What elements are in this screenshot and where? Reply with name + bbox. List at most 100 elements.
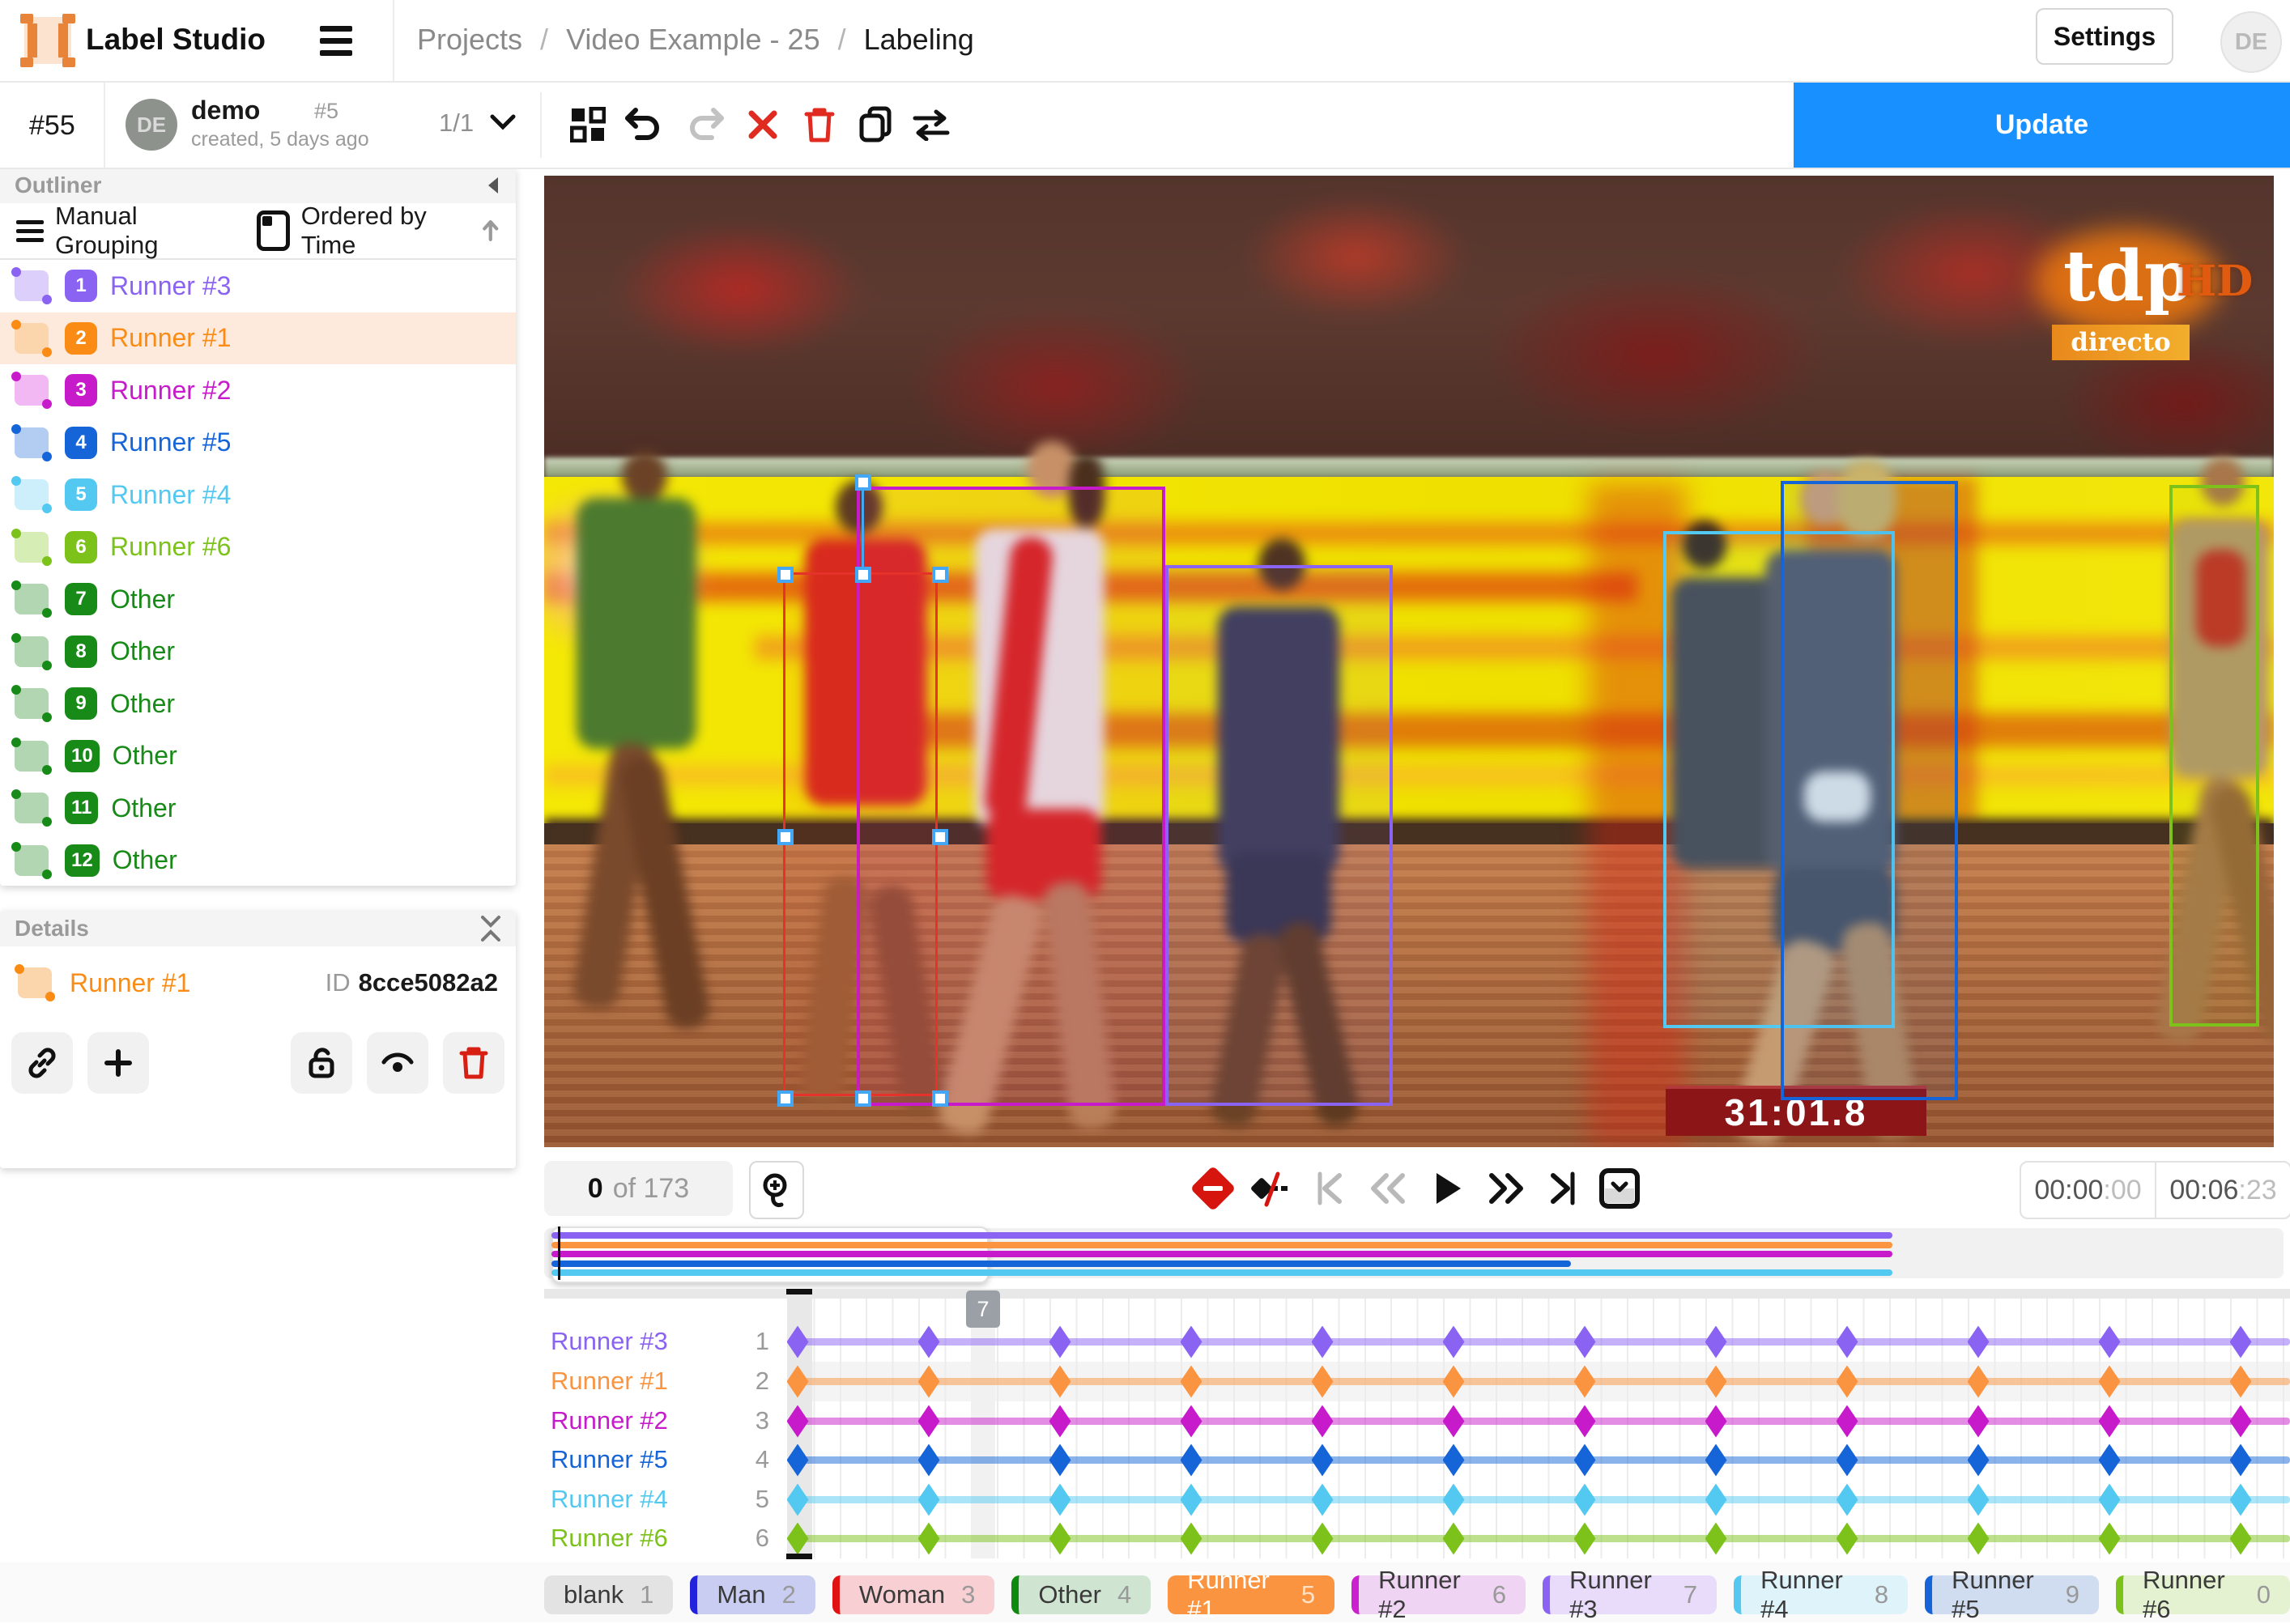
- hotkey-label: Runner #3: [1569, 1566, 1667, 1624]
- menu-icon[interactable]: [320, 24, 352, 57]
- region-label: Runner #6: [110, 532, 231, 562]
- swap-arrows-icon[interactable]: [910, 104, 952, 146]
- details-title: Details: [15, 916, 89, 942]
- keyframe-line: [798, 1456, 2290, 1464]
- rectangle-region-icon: [15, 270, 49, 301]
- bounding-box[interactable]: [1781, 481, 1958, 1100]
- region-row[interactable]: 8Other: [0, 626, 516, 678]
- sort-direction-up-icon[interactable]: [481, 217, 500, 244]
- update-button[interactable]: Update: [1794, 83, 2290, 168]
- resize-handle[interactable]: [777, 1090, 794, 1107]
- region-row[interactable]: 3Runner #2: [0, 364, 516, 417]
- previous-frame-button[interactable]: [1365, 1166, 1411, 1211]
- track-label[interactable]: Runner #3: [551, 1327, 668, 1356]
- resize-handle[interactable]: [932, 1090, 948, 1107]
- region-label: Other: [110, 585, 175, 614]
- play-button[interactable]: [1425, 1166, 1471, 1211]
- region-row[interactable]: 6Runner #6: [0, 521, 516, 574]
- track-label[interactable]: Runner #1: [551, 1367, 668, 1396]
- bounding-box[interactable]: [783, 572, 938, 1096]
- label-hotkey-button[interactable]: Runner #37: [1543, 1575, 1717, 1614]
- task-id: #55: [29, 110, 75, 142]
- delete-annotation-icon[interactable]: [798, 104, 841, 146]
- video-canvas[interactable]: tdp HD directo 31:01.8: [544, 176, 2274, 1147]
- skip-to-end-button[interactable]: [1540, 1166, 1586, 1211]
- resize-handle[interactable]: [932, 829, 948, 845]
- breadcrumb-item[interactable]: Video Example - 25: [566, 23, 820, 57]
- redo-icon[interactable]: [685, 104, 727, 146]
- region-number-badge: 7: [65, 583, 97, 615]
- resize-handle[interactable]: [932, 567, 948, 583]
- resize-handle[interactable]: [777, 829, 794, 845]
- region-row[interactable]: 2Runner #1: [0, 312, 516, 365]
- region-row[interactable]: 1Runner #3: [0, 260, 516, 312]
- resize-handle[interactable]: [855, 567, 871, 583]
- delete-region-button[interactable]: [443, 1032, 504, 1094]
- breadcrumb-item[interactable]: Projects: [417, 23, 522, 57]
- lock-region-button[interactable]: [291, 1032, 352, 1094]
- region-row[interactable]: 12Other: [0, 835, 516, 886]
- user-avatar[interactable]: DE: [2220, 11, 2282, 73]
- zoom-in-button[interactable]: [749, 1161, 804, 1219]
- track-number: 2: [737, 1367, 769, 1396]
- track-label[interactable]: Runner #2: [551, 1406, 668, 1435]
- label-hotkey-button[interactable]: Runner #15: [1168, 1575, 1334, 1614]
- duplicate-icon[interactable]: [855, 104, 897, 146]
- settings-button[interactable]: Settings: [2036, 8, 2173, 65]
- hide-region-button[interactable]: [367, 1032, 428, 1094]
- app-title: Label Studio: [86, 23, 266, 57]
- region-row[interactable]: 7 Other: [0, 573, 516, 626]
- resize-handle[interactable]: [855, 1090, 871, 1107]
- track-number: 1: [737, 1327, 769, 1356]
- region-number-badge: 4: [65, 427, 97, 459]
- seek-bar[interactable]: [544, 1227, 2284, 1280]
- label-hotkey-button[interactable]: blank1: [544, 1575, 673, 1614]
- track-label[interactable]: Runner #4: [551, 1485, 668, 1514]
- label-hotkey-button[interactable]: Runner #60: [2116, 1575, 2290, 1614]
- rotation-handle[interactable]: [855, 474, 871, 491]
- track-label[interactable]: Runner #5: [551, 1445, 668, 1474]
- label-hotkey-button[interactable]: Runner #26: [1351, 1575, 1526, 1614]
- seek-playhead[interactable]: [558, 1227, 560, 1280]
- reject-icon[interactable]: [742, 104, 784, 146]
- annotation-id: #5: [314, 99, 338, 124]
- label-hotkey-button[interactable]: Other4: [1011, 1575, 1151, 1614]
- track-label[interactable]: Runner #6: [551, 1524, 668, 1553]
- undo-icon[interactable]: [622, 104, 664, 146]
- hotkey-number: 4: [1117, 1580, 1131, 1609]
- view-all-grid-icon[interactable]: [567, 104, 609, 146]
- collapse-panel-icon[interactable]: [485, 176, 501, 195]
- region-row[interactable]: 11Other: [0, 782, 516, 835]
- bounding-box[interactable]: [1165, 565, 1393, 1106]
- label-hotkey-button[interactable]: Woman3: [832, 1575, 995, 1614]
- region-row[interactable]: 9Other: [0, 678, 516, 730]
- timeline-options-button[interactable]: [1597, 1166, 1642, 1211]
- keyframe-toggle-button[interactable]: [1247, 1166, 1292, 1211]
- label-hotkey-button[interactable]: Runner #48: [1734, 1575, 1908, 1614]
- label-hotkey-button[interactable]: Runner #59: [1925, 1575, 2099, 1614]
- keyframe-remove-button[interactable]: [1190, 1166, 1236, 1211]
- region-row[interactable]: 4Runner #5: [0, 417, 516, 470]
- keyframe-line: [798, 1535, 2290, 1542]
- label-hotkey-button[interactable]: Man2: [690, 1575, 815, 1614]
- region-row[interactable]: 5Runner #4: [0, 469, 516, 521]
- add-relation-button[interactable]: [87, 1032, 149, 1094]
- next-frame-button[interactable]: [1483, 1166, 1529, 1211]
- region-label: Other: [113, 845, 177, 875]
- bounding-box[interactable]: [2169, 485, 2259, 1027]
- expand-collapse-icons[interactable]: [480, 915, 501, 942]
- resize-handle[interactable]: [777, 567, 794, 583]
- link-region-button[interactable]: [11, 1032, 73, 1094]
- grouping-selector[interactable]: Manual Grouping: [55, 202, 217, 260]
- ordering-selector[interactable]: Ordered by Time: [301, 202, 458, 260]
- rectangle-region-icon: [15, 741, 49, 772]
- chevron-down-icon[interactable]: [489, 112, 517, 131]
- frame-counter: 0 of 173: [544, 1161, 733, 1216]
- channel-logo: tdp: [2063, 236, 2193, 317]
- rectangle-region-icon: [15, 323, 49, 354]
- skip-to-start-button[interactable]: [1307, 1166, 1352, 1211]
- keyframe-timeline: 7 Runner #31Runner #12Runner #23Runner #…: [544, 1289, 2290, 1561]
- rectangle-region-icon: [15, 532, 49, 563]
- annotator-avatar[interactable]: DE: [126, 99, 177, 151]
- region-row[interactable]: 10Other: [0, 730, 516, 783]
